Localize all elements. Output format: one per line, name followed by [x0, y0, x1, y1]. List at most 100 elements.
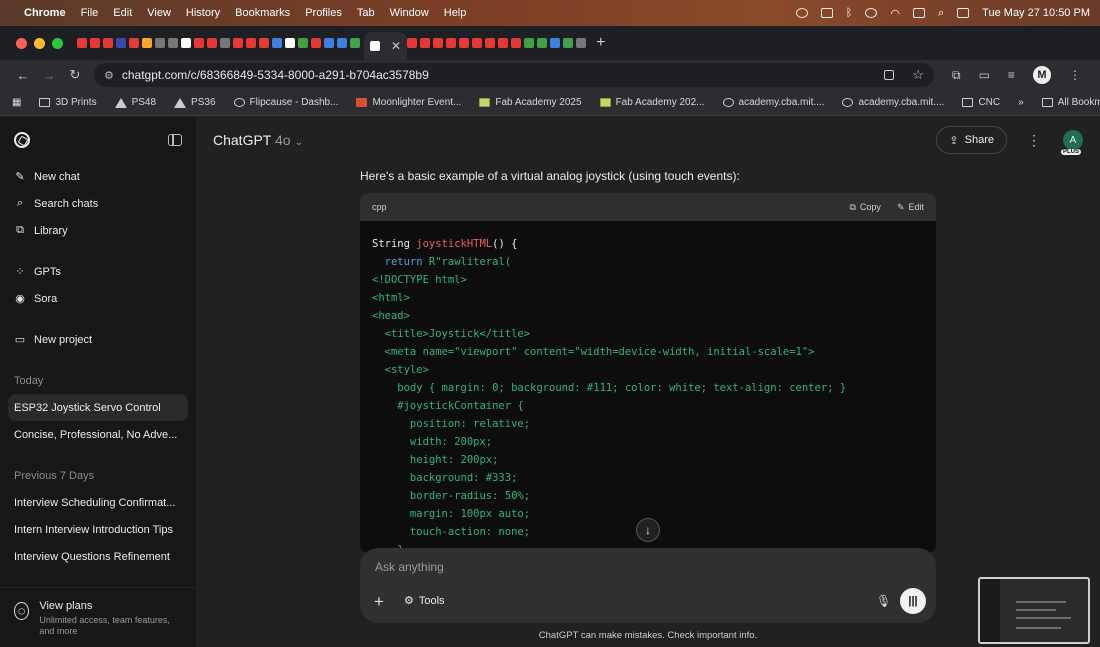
menu-bookmarks[interactable]: Bookmarks	[235, 7, 290, 19]
menu-file[interactable]: File	[81, 7, 99, 19]
play-icon[interactable]	[865, 8, 878, 18]
tab-favicon-icon[interactable]	[433, 38, 444, 48]
sidebar-item-new-project[interactable]: ▭ New project	[0, 326, 196, 353]
close-window-button[interactable]	[16, 37, 27, 49]
bookmark-item[interactable]: academy.cba.mit....	[722, 97, 824, 108]
apps-icon[interactable]: ▦	[12, 97, 21, 108]
bookmark-item[interactable]: Moonlighter Event...	[356, 97, 461, 108]
reload-icon[interactable]: ↻	[62, 67, 88, 83]
tab-favicon-icon[interactable]	[285, 38, 295, 48]
reading-list-icon[interactable]: ≡	[1008, 68, 1015, 82]
tab-favicon-icon[interactable]	[563, 38, 574, 48]
tab-favicon-icon[interactable]	[142, 38, 152, 48]
tab-favicon-icon[interactable]	[207, 38, 217, 48]
tab-favicon-icon[interactable]	[194, 38, 204, 48]
tab-favicon-icon[interactable]	[116, 38, 126, 48]
menu-window[interactable]: Window	[390, 7, 429, 19]
bookmark-item[interactable]: PS36	[174, 97, 216, 108]
sidebar-toggle-icon[interactable]	[168, 134, 182, 146]
menu-view[interactable]: View	[147, 7, 171, 19]
shield-icon[interactable]	[820, 8, 833, 18]
address-bar[interactable]: ⚙ chatgpt.com/c/68366849-5334-8000-a291-…	[94, 63, 934, 87]
bookmark-item[interactable]: academy.cba.mit....	[842, 97, 944, 108]
tab-favicon-icon[interactable]	[472, 38, 483, 48]
tab-favicon-icon[interactable]	[511, 38, 522, 48]
browser-profile-avatar[interactable]: M	[1032, 66, 1051, 84]
tab-favicon-icon[interactable]	[155, 38, 165, 48]
sidebar-item-new-chat[interactable]: ✎ New chat	[0, 163, 196, 190]
cast-icon[interactable]: ▭	[979, 68, 990, 82]
install-app-icon[interactable]	[884, 70, 895, 80]
tab-favicon-icon[interactable]	[77, 38, 87, 48]
menu-clock[interactable]: Tue May 27 10:50 PM	[982, 7, 1090, 19]
edit-code-button[interactable]: ✎ Edit	[897, 202, 924, 213]
sidebar-item-gpts[interactable]: ⁘ GPTs	[0, 258, 196, 285]
wifi-icon[interactable]: ◠	[890, 7, 900, 20]
tab-favicon-icon[interactable]	[103, 38, 113, 48]
tools-button[interactable]: ⚙ Tools	[404, 594, 445, 608]
scroll-to-bottom-button[interactable]: ↓	[636, 518, 660, 542]
tab-favicon-icon[interactable]	[233, 38, 243, 48]
bookmark-item[interactable]: Fab Academy 202...	[599, 97, 705, 108]
menu-tab[interactable]: Tab	[357, 7, 375, 19]
bookmark-item[interactable]: Flipcause - Dashb...	[233, 97, 338, 108]
spotlight-search-icon[interactable]: ⌕	[938, 7, 944, 20]
menu-history[interactable]: History	[186, 7, 220, 19]
chat-item[interactable]: Interview Scheduling Confirmat...	[0, 489, 196, 516]
bluetooth-icon[interactable]: ᛒ	[846, 7, 853, 19]
menu-profiles[interactable]: Profiles	[305, 7, 342, 19]
bookmark-item[interactable]: Fab Academy 2025	[479, 97, 582, 108]
battery-icon[interactable]	[913, 8, 925, 18]
tab-favicon-icon[interactable]	[537, 38, 548, 48]
chat-item[interactable]: Concise, Professional, No Adve...	[0, 421, 196, 448]
more-bookmarks-icon[interactable]: »	[1018, 97, 1024, 108]
chat-item-active[interactable]: ESP32 Joystick Servo Control	[8, 394, 188, 421]
screenshot-thumbnail[interactable]	[978, 577, 1090, 644]
new-tab-icon[interactable]: +	[596, 34, 605, 52]
sidebar-item-sora[interactable]: ◉ Sora	[0, 285, 196, 312]
tab-favicon-icon[interactable]	[311, 38, 321, 48]
forward-icon[interactable]: →	[36, 68, 62, 83]
chrome-menu-icon[interactable]: ⋮	[1069, 68, 1081, 82]
tab-favicon-icon[interactable]	[168, 38, 178, 48]
active-tab[interactable]: ✕	[364, 32, 408, 60]
tab-favicon-icon[interactable]	[246, 38, 256, 48]
tab-favicon-icon[interactable]	[298, 38, 308, 48]
tab-favicon-icon[interactable]	[129, 38, 139, 48]
zoom-window-button[interactable]	[52, 37, 63, 49]
microphone-icon[interactable]: 🎙	[876, 594, 891, 608]
extensions-icon[interactable]: ⧉	[952, 68, 961, 83]
tab-favicon-icon[interactable]	[259, 38, 269, 48]
bookmark-star-icon[interactable]: ☆	[912, 67, 924, 83]
sidebar-item-library[interactable]: ⧉ Library	[0, 217, 196, 244]
model-selector[interactable]: ChatGPT 4o ⌄	[213, 132, 303, 148]
copy-code-button[interactable]: ⧉ Copy	[849, 202, 880, 213]
tab-favicon-icon[interactable]	[220, 38, 230, 48]
tab-favicon-icon[interactable]	[407, 38, 418, 48]
tab-favicon-icon[interactable]	[550, 38, 561, 48]
tab-favicon-icon[interactable]	[524, 38, 535, 48]
tab-favicon-icon[interactable]	[272, 38, 282, 48]
chat-item[interactable]: Interview Questions Refinement	[0, 543, 196, 570]
tab-favicon-icon[interactable]	[350, 38, 360, 48]
tab-favicon-icon[interactable]	[324, 38, 334, 48]
site-settings-icon[interactable]: ⚙	[104, 69, 114, 82]
tab-favicon-icon[interactable]	[485, 38, 496, 48]
menu-edit[interactable]: Edit	[113, 7, 132, 19]
tab-favicon-icon[interactable]	[498, 38, 509, 48]
minimize-window-button[interactable]	[34, 37, 45, 49]
menu-app-name[interactable]: Chrome	[24, 7, 66, 19]
more-options-icon[interactable]: ⋮	[1027, 132, 1041, 149]
tab-favicon-icon[interactable]	[459, 38, 470, 48]
share-button[interactable]: ⇪ Share	[936, 126, 1007, 154]
view-plans-button[interactable]: ⬡ View plans Unlimited access, team feat…	[0, 587, 196, 647]
user-avatar[interactable]: A PLUS	[1061, 130, 1083, 155]
prompt-input-placeholder[interactable]: Ask anything	[375, 560, 444, 574]
tab-favicon-icon[interactable]	[576, 38, 587, 48]
creative-cloud-icon[interactable]	[795, 8, 808, 18]
control-center-icon[interactable]	[957, 8, 970, 18]
tab-favicon-icon[interactable]	[90, 38, 100, 48]
message-composer[interactable]: Ask anything + ⚙ Tools 🎙 |||	[360, 548, 936, 623]
bookmark-item[interactable]: 3D Prints	[39, 97, 97, 108]
tab-favicon-icon[interactable]	[446, 38, 457, 48]
